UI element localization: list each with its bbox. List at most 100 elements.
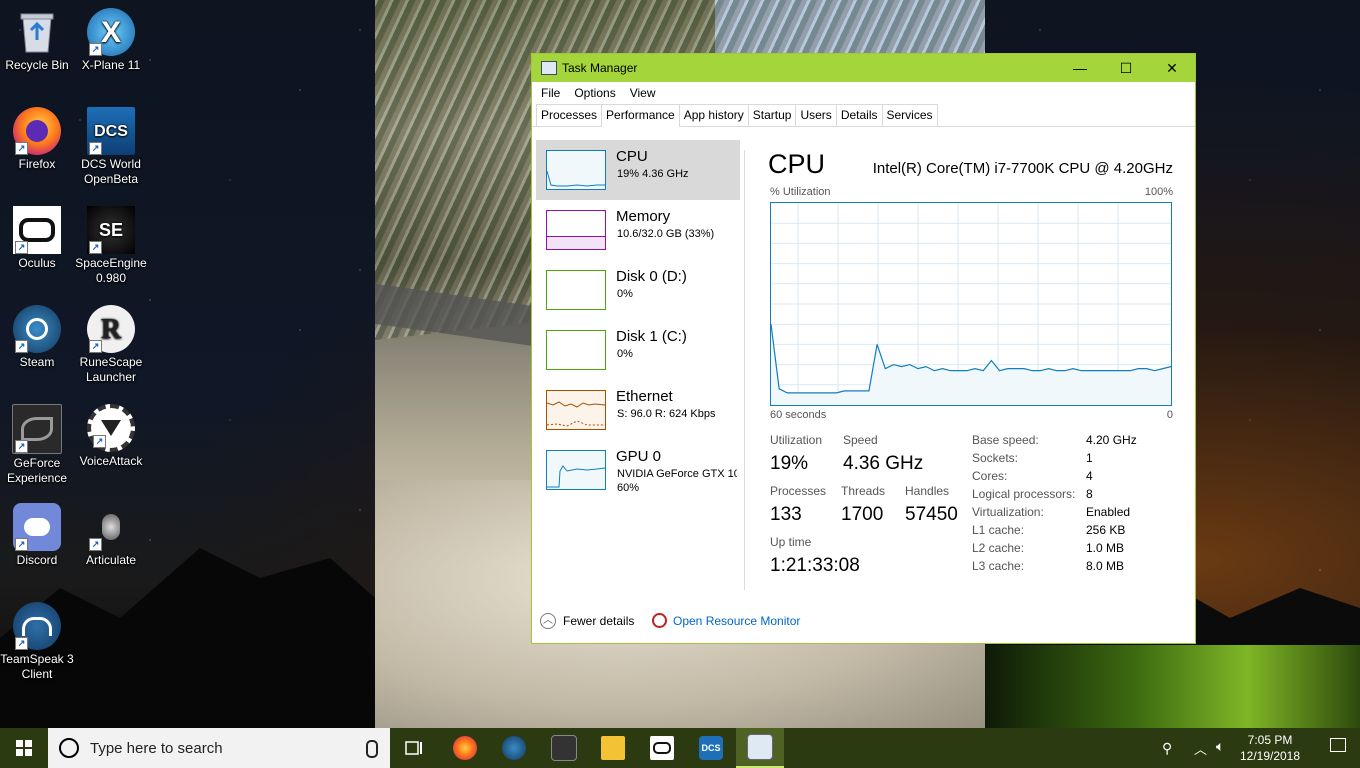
ethernet-thumbnail-graph	[546, 390, 606, 430]
shortcut-arrow-icon: ↗	[89, 340, 102, 353]
resource-monitor-label: Open Resource Monitor	[673, 613, 801, 628]
tab-performance[interactable]: Performance	[601, 104, 680, 127]
shortcut-arrow-icon: ↗	[15, 241, 28, 254]
desktop-icon-runescape[interactable]: R ↗ RuneScape Launcher	[74, 305, 148, 385]
geforce-icon	[551, 735, 577, 761]
resource-disk-1[interactable]: Disk 1 (C:) 0%	[536, 320, 740, 380]
taskbar-dcs[interactable]: DCS	[687, 728, 735, 768]
search-box[interactable]: Type here to search	[48, 728, 390, 768]
resource-summary: 0%	[617, 288, 633, 300]
utilization-label: Utilization	[770, 433, 823, 447]
spec-key: Base speed:	[972, 433, 1039, 447]
shortcut-arrow-icon: ↗	[15, 440, 28, 453]
maximize-button[interactable]: ☐	[1103, 54, 1149, 82]
desktop-icon-articulate[interactable]: ↗ Articulate	[74, 503, 148, 568]
folder-icon	[601, 736, 625, 760]
title-bar[interactable]: Task Manager — ☐ ✕	[532, 54, 1195, 82]
close-button[interactable]: ✕	[1149, 54, 1195, 82]
open-resource-monitor-link[interactable]: Open Resource Monitor	[652, 613, 800, 628]
desktop-icon-xplane[interactable]: X ↗ X-Plane 11	[74, 8, 148, 73]
spec-value: 8.0 MB	[1086, 559, 1125, 573]
taskbar-file-explorer[interactable]	[589, 728, 637, 768]
graph-x-label: 60 seconds	[770, 409, 827, 421]
tab-details[interactable]: Details	[835, 104, 883, 126]
clock[interactable]: 7:05 PM 12/19/2018	[1235, 732, 1305, 764]
taskbar: Type here to search DCS ⚲ ︿ 🔈︎ 7:05 PM 1…	[0, 728, 1360, 768]
menu-file[interactable]: File	[534, 82, 567, 104]
desktop-icon-teamspeak[interactable]: ↗ TeamSpeak 3 Client	[0, 602, 74, 682]
xplane-icon: X ↗	[87, 8, 135, 56]
resource-gpu-0[interactable]: GPU 0 NVIDIA GeForce GTX 1080 60%	[536, 440, 740, 500]
resource-memory[interactable]: Memory 10.6/32.0 GB (33%)	[536, 200, 740, 260]
desktop-icon-voiceattack[interactable]: ↗ VoiceAttack	[74, 404, 148, 469]
resource-ethernet[interactable]: Ethernet S: 96.0 R: 624 Kbps	[536, 380, 740, 440]
disk0-thumbnail-graph	[546, 270, 606, 310]
minimize-button[interactable]: —	[1057, 54, 1103, 82]
taskbar-task-manager[interactable]	[736, 728, 784, 768]
taskbar-steam[interactable]	[490, 728, 538, 768]
people-icon[interactable]: ⚲	[1162, 740, 1172, 757]
tab-processes[interactable]: Processes	[536, 104, 603, 126]
runescape-icon: R ↗	[87, 305, 135, 353]
speed-value: 4.36 GHz	[843, 453, 924, 474]
tab-startup[interactable]: Startup	[747, 104, 797, 126]
desktop-icon-label: RuneScape Launcher	[79, 355, 143, 384]
desktop-icon-firefox[interactable]: ↗ Firefox	[0, 107, 74, 172]
teamspeak-icon: ↗	[13, 602, 61, 650]
shortcut-arrow-icon: ↗	[15, 340, 28, 353]
desktop-icon-spaceengine[interactable]: SE ↗ SpaceEngine 0.980	[74, 206, 148, 286]
cpu-utilization-graph	[770, 202, 1172, 406]
menu-options[interactable]: Options	[567, 82, 622, 104]
desktop-icon-geforce[interactable]: ↗ GeForce Experience	[0, 404, 74, 486]
handles-value: 57450	[905, 504, 958, 525]
resource-disk-0[interactable]: Disk 0 (D:) 0%	[536, 260, 740, 320]
dcs-icon: DCS	[699, 736, 723, 760]
pane-divider[interactable]	[744, 150, 745, 590]
disk1-thumbnail-graph	[546, 330, 606, 370]
desktop-icon-oculus[interactable]: ↗ Oculus	[0, 206, 74, 271]
tab-services[interactable]: Services	[881, 104, 938, 126]
spec-value: 4.20 GHz	[1086, 433, 1137, 447]
start-button[interactable]	[0, 728, 48, 768]
tab-users[interactable]: Users	[795, 104, 837, 126]
chevron-up-icon[interactable]: ︿	[1194, 739, 1207, 758]
resource-cpu[interactable]: CPU 19% 4.36 GHz	[536, 140, 740, 200]
oculus-icon	[650, 736, 674, 760]
tab-app-history[interactable]: App history	[678, 104, 749, 126]
action-center-icon[interactable]	[1330, 738, 1346, 752]
desktop-icon-recycle-bin[interactable]: Recycle Bin	[0, 8, 74, 73]
resource-usage: 60%	[617, 482, 640, 494]
cortana-icon	[59, 738, 79, 758]
task-manager-icon	[541, 61, 557, 75]
spec-key: Virtualization:	[972, 505, 1044, 519]
task-view-button[interactable]	[391, 728, 439, 768]
taskbar-firefox[interactable]	[441, 728, 489, 768]
fewer-details-button[interactable]: ︿ Fewer details	[540, 613, 634, 629]
resource-summary: 19% 4.36 GHz	[617, 168, 689, 180]
taskbar-geforce[interactable]	[540, 728, 588, 768]
task-manager-window[interactable]: Task Manager — ☐ ✕ File Options View Pro…	[531, 53, 1196, 644]
resource-name: Ethernet	[616, 388, 673, 405]
resource-summary: 10.6/32.0 GB (33%)	[617, 228, 715, 240]
steam-icon	[502, 736, 526, 760]
fewer-details-label: Fewer details	[563, 614, 635, 628]
desktop-icon-discord[interactable]: ↗ Discord	[0, 503, 74, 568]
volume-icon[interactable]: 🔈︎	[1216, 738, 1224, 755]
shortcut-arrow-icon: ↗	[89, 538, 102, 551]
task-manager-icon	[747, 734, 773, 760]
desktop-icon-label: Discord	[16, 553, 58, 567]
detail-title: CPU	[768, 149, 826, 179]
threads-value: 1700	[841, 504, 884, 525]
resource-name: GPU 0	[616, 448, 662, 465]
threads-label: Threads	[841, 484, 886, 498]
menu-view[interactable]: View	[623, 82, 663, 104]
taskbar-oculus[interactable]	[638, 728, 686, 768]
microphone-icon[interactable]	[366, 740, 378, 758]
desktop-icon-steam[interactable]: ↗ Steam	[0, 305, 74, 370]
desktop-icon-dcs-world[interactable]: DCS ↗ DCS World OpenBeta	[74, 107, 148, 187]
window-footer: ︿ Fewer details Open Resource Monitor	[532, 606, 1195, 634]
spec-value: 256 KB	[1086, 523, 1126, 537]
recycle-bin-icon	[13, 8, 61, 56]
graph-y-label: % Utilization	[770, 186, 831, 198]
window-title: Task Manager	[562, 61, 638, 75]
